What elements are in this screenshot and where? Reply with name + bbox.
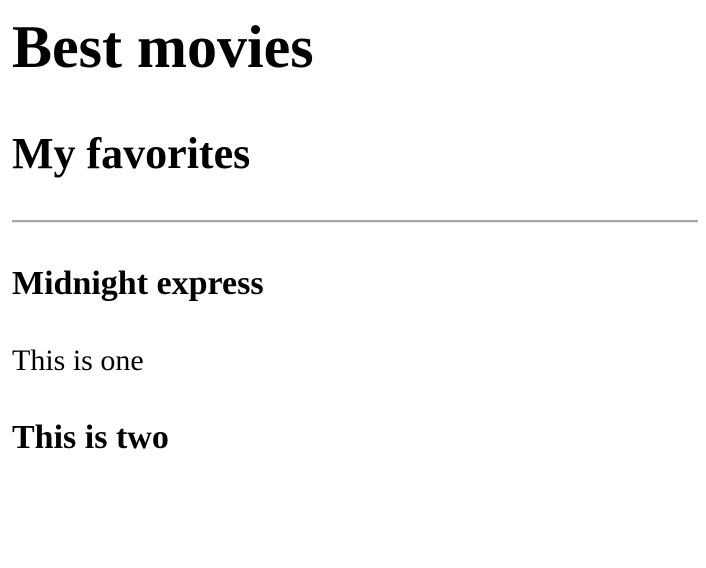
horizontal-divider (12, 220, 698, 223)
section-heading-two: This is two (12, 419, 169, 456)
section-heading-midnight-express: Midnight express (12, 265, 264, 302)
page-title: Best movies (12, 14, 314, 80)
section-paragraph: This is one (12, 344, 144, 377)
page-subtitle: My favorites (12, 129, 251, 178)
